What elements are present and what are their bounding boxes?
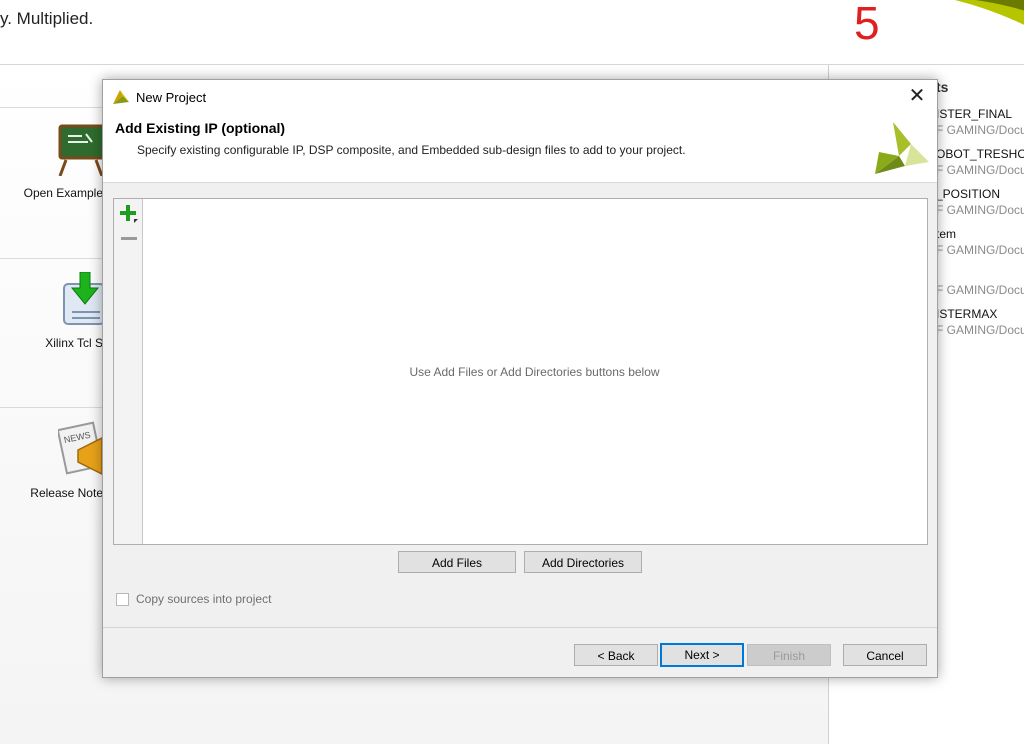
recent-project-item[interactable]: tem F GAMING/Docur bbox=[936, 226, 1024, 258]
recent-project-item[interactable]: ISTER_FINAL F GAMING/Docur bbox=[936, 106, 1024, 138]
vivado-logo-icon bbox=[113, 90, 129, 104]
tile-open-example-label: Open Example bbox=[23, 186, 103, 200]
corner-swoosh-logo bbox=[955, 0, 1024, 25]
copy-sources-label: Copy sources into project bbox=[136, 592, 272, 606]
back-button[interactable]: < Back bbox=[574, 644, 658, 666]
file-toolbar bbox=[114, 199, 143, 544]
chalkboard-icon bbox=[58, 124, 106, 176]
page-title: Add Existing IP (optional) bbox=[115, 120, 286, 136]
close-button[interactable]: ✕ bbox=[905, 86, 929, 108]
cancel-button[interactable]: Cancel bbox=[843, 644, 927, 666]
recent-project-item[interactable]: F GAMING/Docur bbox=[936, 282, 1024, 298]
tile-tcl-store-label: Xilinx Tcl S bbox=[45, 336, 103, 350]
recent-project-item[interactable]: ISTERMAX F GAMING/Docur bbox=[936, 306, 1024, 338]
finish-button: Finish bbox=[747, 644, 831, 666]
remove-minus-icon[interactable] bbox=[121, 237, 137, 240]
page-description: Specify existing configurable IP, DSP co… bbox=[137, 143, 686, 157]
wizard-header: Add Existing IP (optional) Specify exist… bbox=[103, 114, 937, 183]
ip-file-list[interactable]: Use Add Files or Add Directories buttons… bbox=[113, 198, 928, 545]
version-badge: 5 bbox=[854, 0, 880, 49]
add-directories-button[interactable]: Add Directories bbox=[524, 551, 642, 573]
dialog-titlebar[interactable]: New Project ✕ bbox=[103, 80, 937, 114]
new-project-dialog: New Project ✕ Add Existing IP (optional)… bbox=[102, 79, 938, 678]
empty-list-hint: Use Add Files or Add Directories buttons… bbox=[409, 365, 660, 379]
download-store-icon bbox=[63, 272, 105, 325]
copy-sources-checkbox[interactable] bbox=[116, 593, 129, 606]
recent-project-item[interactable]: OBOT_TRESHOL F GAMING/Docur bbox=[936, 146, 1024, 178]
add-plus-icon[interactable] bbox=[120, 205, 138, 223]
news-megaphone-icon: NEWS bbox=[58, 421, 104, 476]
footer-divider bbox=[103, 627, 937, 628]
recent-project-item[interactable]: _POSITION F GAMING/Docur bbox=[936, 186, 1024, 218]
vivado-header-logo bbox=[875, 122, 929, 174]
next-button[interactable]: Next > bbox=[660, 643, 744, 667]
tile-release-notes-label: Release Note bbox=[30, 486, 103, 500]
tagline: y. Multiplied. bbox=[0, 9, 94, 28]
dialog-title: New Project bbox=[136, 90, 207, 105]
add-files-button[interactable]: Add Files bbox=[398, 551, 516, 573]
